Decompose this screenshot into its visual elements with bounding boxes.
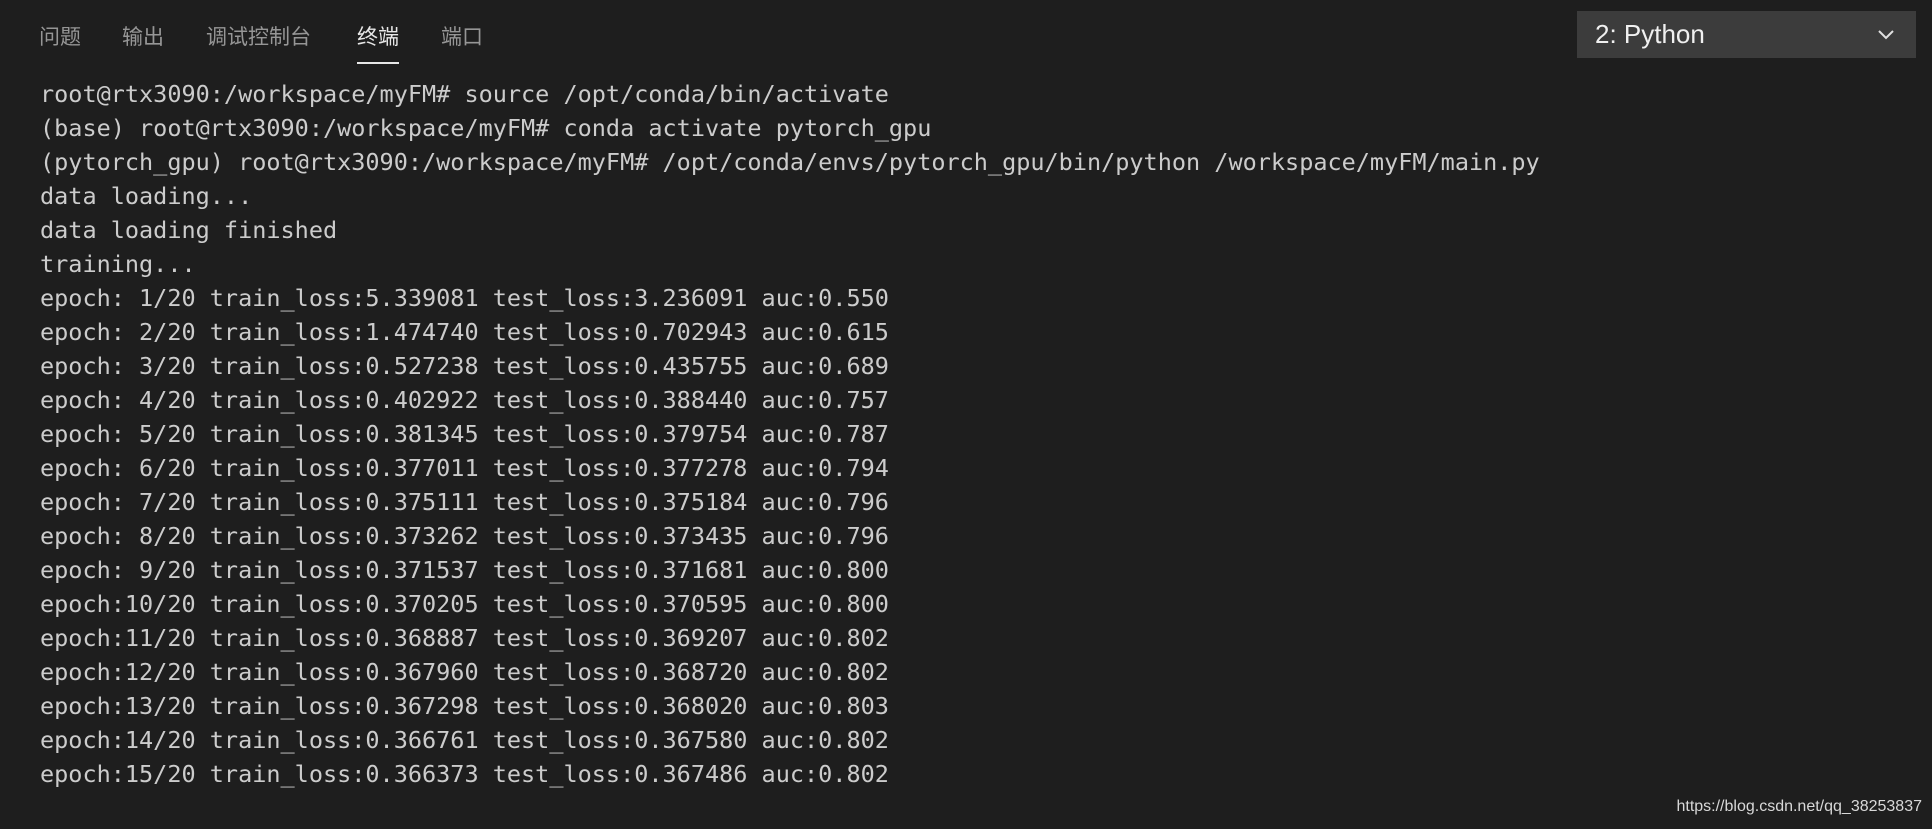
terminal-panel: 问题 输出 调试控制台 终端 端口 2: Python root@rtx3090… — [0, 0, 1932, 829]
terminal-line: epoch: 6/20 train_loss:0.377011 test_los… — [40, 454, 889, 482]
tab-debug-console[interactable]: 调试控制台 — [206, 20, 311, 66]
terminal-line: epoch: 7/20 train_loss:0.375111 test_los… — [40, 488, 889, 516]
terminal-line: epoch: 2/20 train_loss:1.474740 test_los… — [40, 318, 889, 346]
terminal-line: epoch:13/20 train_loss:0.367298 test_los… — [40, 692, 889, 720]
terminal-line: epoch: 9/20 train_loss:0.371537 test_los… — [40, 556, 889, 584]
tab-terminal[interactable]: 终端 — [357, 20, 399, 66]
terminal-line: epoch: 3/20 train_loss:0.527238 test_los… — [40, 352, 889, 380]
terminal-line: epoch: 5/20 train_loss:0.381345 test_los… — [40, 420, 889, 448]
terminal-output[interactable]: root@rtx3090:/workspace/myFM# source /op… — [40, 77, 1540, 791]
terminal-line: data loading finished — [40, 216, 338, 244]
terminal-line: (base) root@rtx3090:/workspace/myFM# con… — [40, 114, 932, 142]
tab-output[interactable]: 输出 — [122, 20, 164, 66]
terminal-line: epoch: 8/20 train_loss:0.373262 test_los… — [40, 522, 889, 550]
terminal-select-value: 2: Python — [1595, 19, 1705, 49]
chevron-down-icon — [1878, 30, 1894, 40]
terminal-line: epoch:14/20 train_loss:0.366761 test_los… — [40, 726, 889, 754]
terminal-line: epoch: 1/20 train_loss:5.339081 test_los… — [40, 284, 889, 312]
watermark: https://blog.csdn.net/qq_38253837 — [1676, 798, 1922, 815]
terminal-line: training... — [40, 250, 196, 278]
terminal-line: epoch:12/20 train_loss:0.367960 test_los… — [40, 658, 889, 686]
tab-problems[interactable]: 问题 — [39, 20, 81, 66]
terminal-line: epoch:11/20 train_loss:0.368887 test_los… — [40, 624, 889, 652]
panel-tab-bar: 问题 输出 调试控制台 终端 端口 2: Python — [0, 0, 1932, 72]
terminal-select-dropdown[interactable]: 2: Python — [1577, 11, 1916, 58]
terminal-line: root@rtx3090:/workspace/myFM# source /op… — [40, 80, 889, 108]
tab-ports[interactable]: 端口 — [441, 20, 483, 66]
terminal-line: epoch:10/20 train_loss:0.370205 test_los… — [40, 590, 889, 618]
terminal-line: data loading... — [40, 182, 253, 210]
terminal-line: (pytorch_gpu) root@rtx3090:/workspace/my… — [40, 148, 1540, 176]
terminal-line: epoch: 4/20 train_loss:0.402922 test_los… — [40, 386, 889, 414]
terminal-line: epoch:15/20 train_loss:0.366373 test_los… — [40, 760, 889, 788]
